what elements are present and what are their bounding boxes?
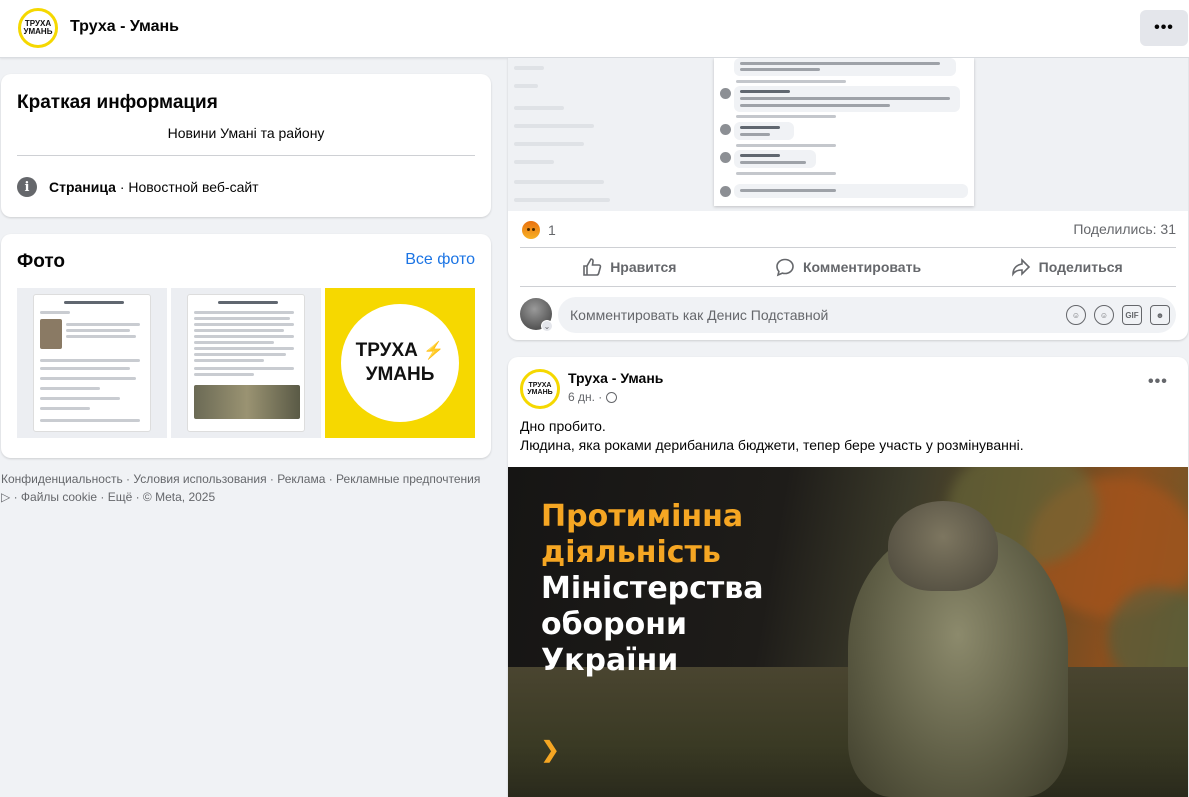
logo-text-bottom: УМАНЬ — [23, 27, 53, 36]
comments-screenshot — [714, 58, 974, 206]
truha-uman-logo: ТРУХА ⚡ УМАНЬ — [341, 304, 459, 422]
comment-button[interactable]: Комментировать — [739, 250, 958, 284]
screenshot-image — [187, 294, 305, 432]
photos-title: Фото — [17, 251, 66, 272]
post-card: ТРУХА УМАНЬ Труха - Умань 6 дн. · ••• Дн… — [508, 357, 1188, 797]
thumbs-up-icon — [583, 258, 602, 276]
share-label: Поделиться — [1038, 259, 1123, 275]
more-options-button[interactable]: ••• — [1140, 10, 1188, 46]
emoji-icon[interactable]: ☺ — [1094, 305, 1114, 325]
like-button[interactable]: Нравится — [520, 250, 739, 284]
photos-card: Фото Все фото ТРУХА ⚡ УМАНЬ — [1, 234, 491, 458]
photo-thumbnail-2[interactable] — [171, 288, 321, 438]
avatar-sticker-icon[interactable]: ☺ — [1066, 305, 1086, 325]
comment-icon — [776, 258, 794, 277]
time-label: 6 дн. · — [568, 390, 603, 404]
photo-thumbnail-1[interactable] — [17, 288, 167, 438]
gif-icon[interactable]: GIF — [1122, 305, 1142, 325]
see-all-photos-link[interactable]: Все фото — [405, 251, 475, 269]
chevron-right-icon: ❯ — [541, 737, 560, 762]
reactions-summary[interactable]: 1 — [522, 221, 556, 239]
sticker-icon[interactable]: ☻ — [1150, 305, 1170, 325]
headline-line: України — [541, 643, 679, 678]
chevron-down-icon[interactable]: ⌄ — [541, 320, 553, 332]
divider — [520, 247, 1176, 248]
post-image[interactable]: Протимінна діяльність Міністерства оборо… — [508, 467, 1188, 797]
reaction-count: 1 — [548, 222, 556, 238]
intro-card: Краткая информация Новини Умані та район… — [1, 74, 491, 217]
post-text-line: Дно пробито. — [520, 418, 606, 434]
divider — [17, 155, 475, 156]
comment-placeholder: Комментировать как Денис Подставной — [570, 307, 829, 323]
post-card: 1 Поделились: 31 Нравится Комментировать… — [508, 58, 1188, 340]
post-image[interactable] — [508, 58, 1188, 211]
headline-line: діяльність — [541, 535, 721, 570]
intro-title: Краткая информация — [17, 92, 218, 113]
page-logo[interactable]: ТРУХА УМАНЬ — [18, 8, 58, 48]
soldier-helmet — [888, 501, 998, 591]
share-icon — [1011, 258, 1030, 277]
logo-word-1: ТРУХА — [355, 340, 418, 362]
category-value: · Новостной веб-сайт — [115, 179, 259, 195]
divider — [520, 286, 1176, 287]
shares-count[interactable]: Поделились: 31 — [1073, 221, 1176, 237]
category-label: Страница — [49, 179, 116, 195]
comment-input[interactable]: Комментировать как Денис Подставной ☺ ☺ … — [558, 297, 1176, 333]
image-headline: Протимінна діяльність Міністерства оборо… — [541, 499, 764, 679]
post-text: Дно пробито. Людина, яка роками дерибани… — [520, 417, 1024, 455]
post-more-button[interactable]: ••• — [1148, 373, 1168, 391]
like-label: Нравится — [610, 259, 677, 275]
author-avatar[interactable]: ТРУХА УМАНЬ — [520, 369, 560, 409]
share-button[interactable]: Поделиться — [957, 250, 1176, 284]
page-title[interactable]: Труха - Умань — [70, 18, 179, 36]
post-actions: Нравится Комментировать Поделиться — [520, 250, 1176, 284]
page-header-bar: ТРУХА УМАНЬ Труха - Умань ••• — [0, 0, 1189, 58]
post-text-line: Людина, яка роками дерибанила бюджети, т… — [520, 437, 1024, 453]
comment-label: Комментировать — [802, 259, 922, 275]
footer-links[interactable]: Конфиденциальность · Условия использован… — [1, 470, 481, 506]
headline-line: Протимінна — [541, 499, 744, 534]
page-category: Страница · Новостной веб-сайт — [49, 179, 259, 195]
headline-line: оборони — [541, 607, 688, 642]
intro-description: Новини Умані та району — [167, 125, 325, 141]
screenshot-image — [33, 294, 151, 432]
logo-text-top: ТРУХА — [528, 382, 552, 389]
author-name[interactable]: Труха - Умань — [568, 370, 663, 386]
photo-thumbnail-3[interactable]: ТРУХА ⚡ УМАНЬ — [325, 288, 475, 438]
headline-line: Міністерства — [541, 571, 764, 606]
lightning-icon: ⚡ — [423, 341, 445, 361]
logo-word-2: УМАНЬ — [365, 364, 435, 385]
info-icon: i — [17, 177, 37, 197]
comment-tools: ☺ ☺ GIF ☻ — [1066, 305, 1170, 325]
post-timestamp[interactable]: 6 дн. · — [568, 390, 618, 404]
globe-icon — [606, 391, 618, 403]
logo-text-bottom: УМАНЬ — [527, 389, 553, 396]
angry-reaction-icon — [522, 221, 540, 239]
